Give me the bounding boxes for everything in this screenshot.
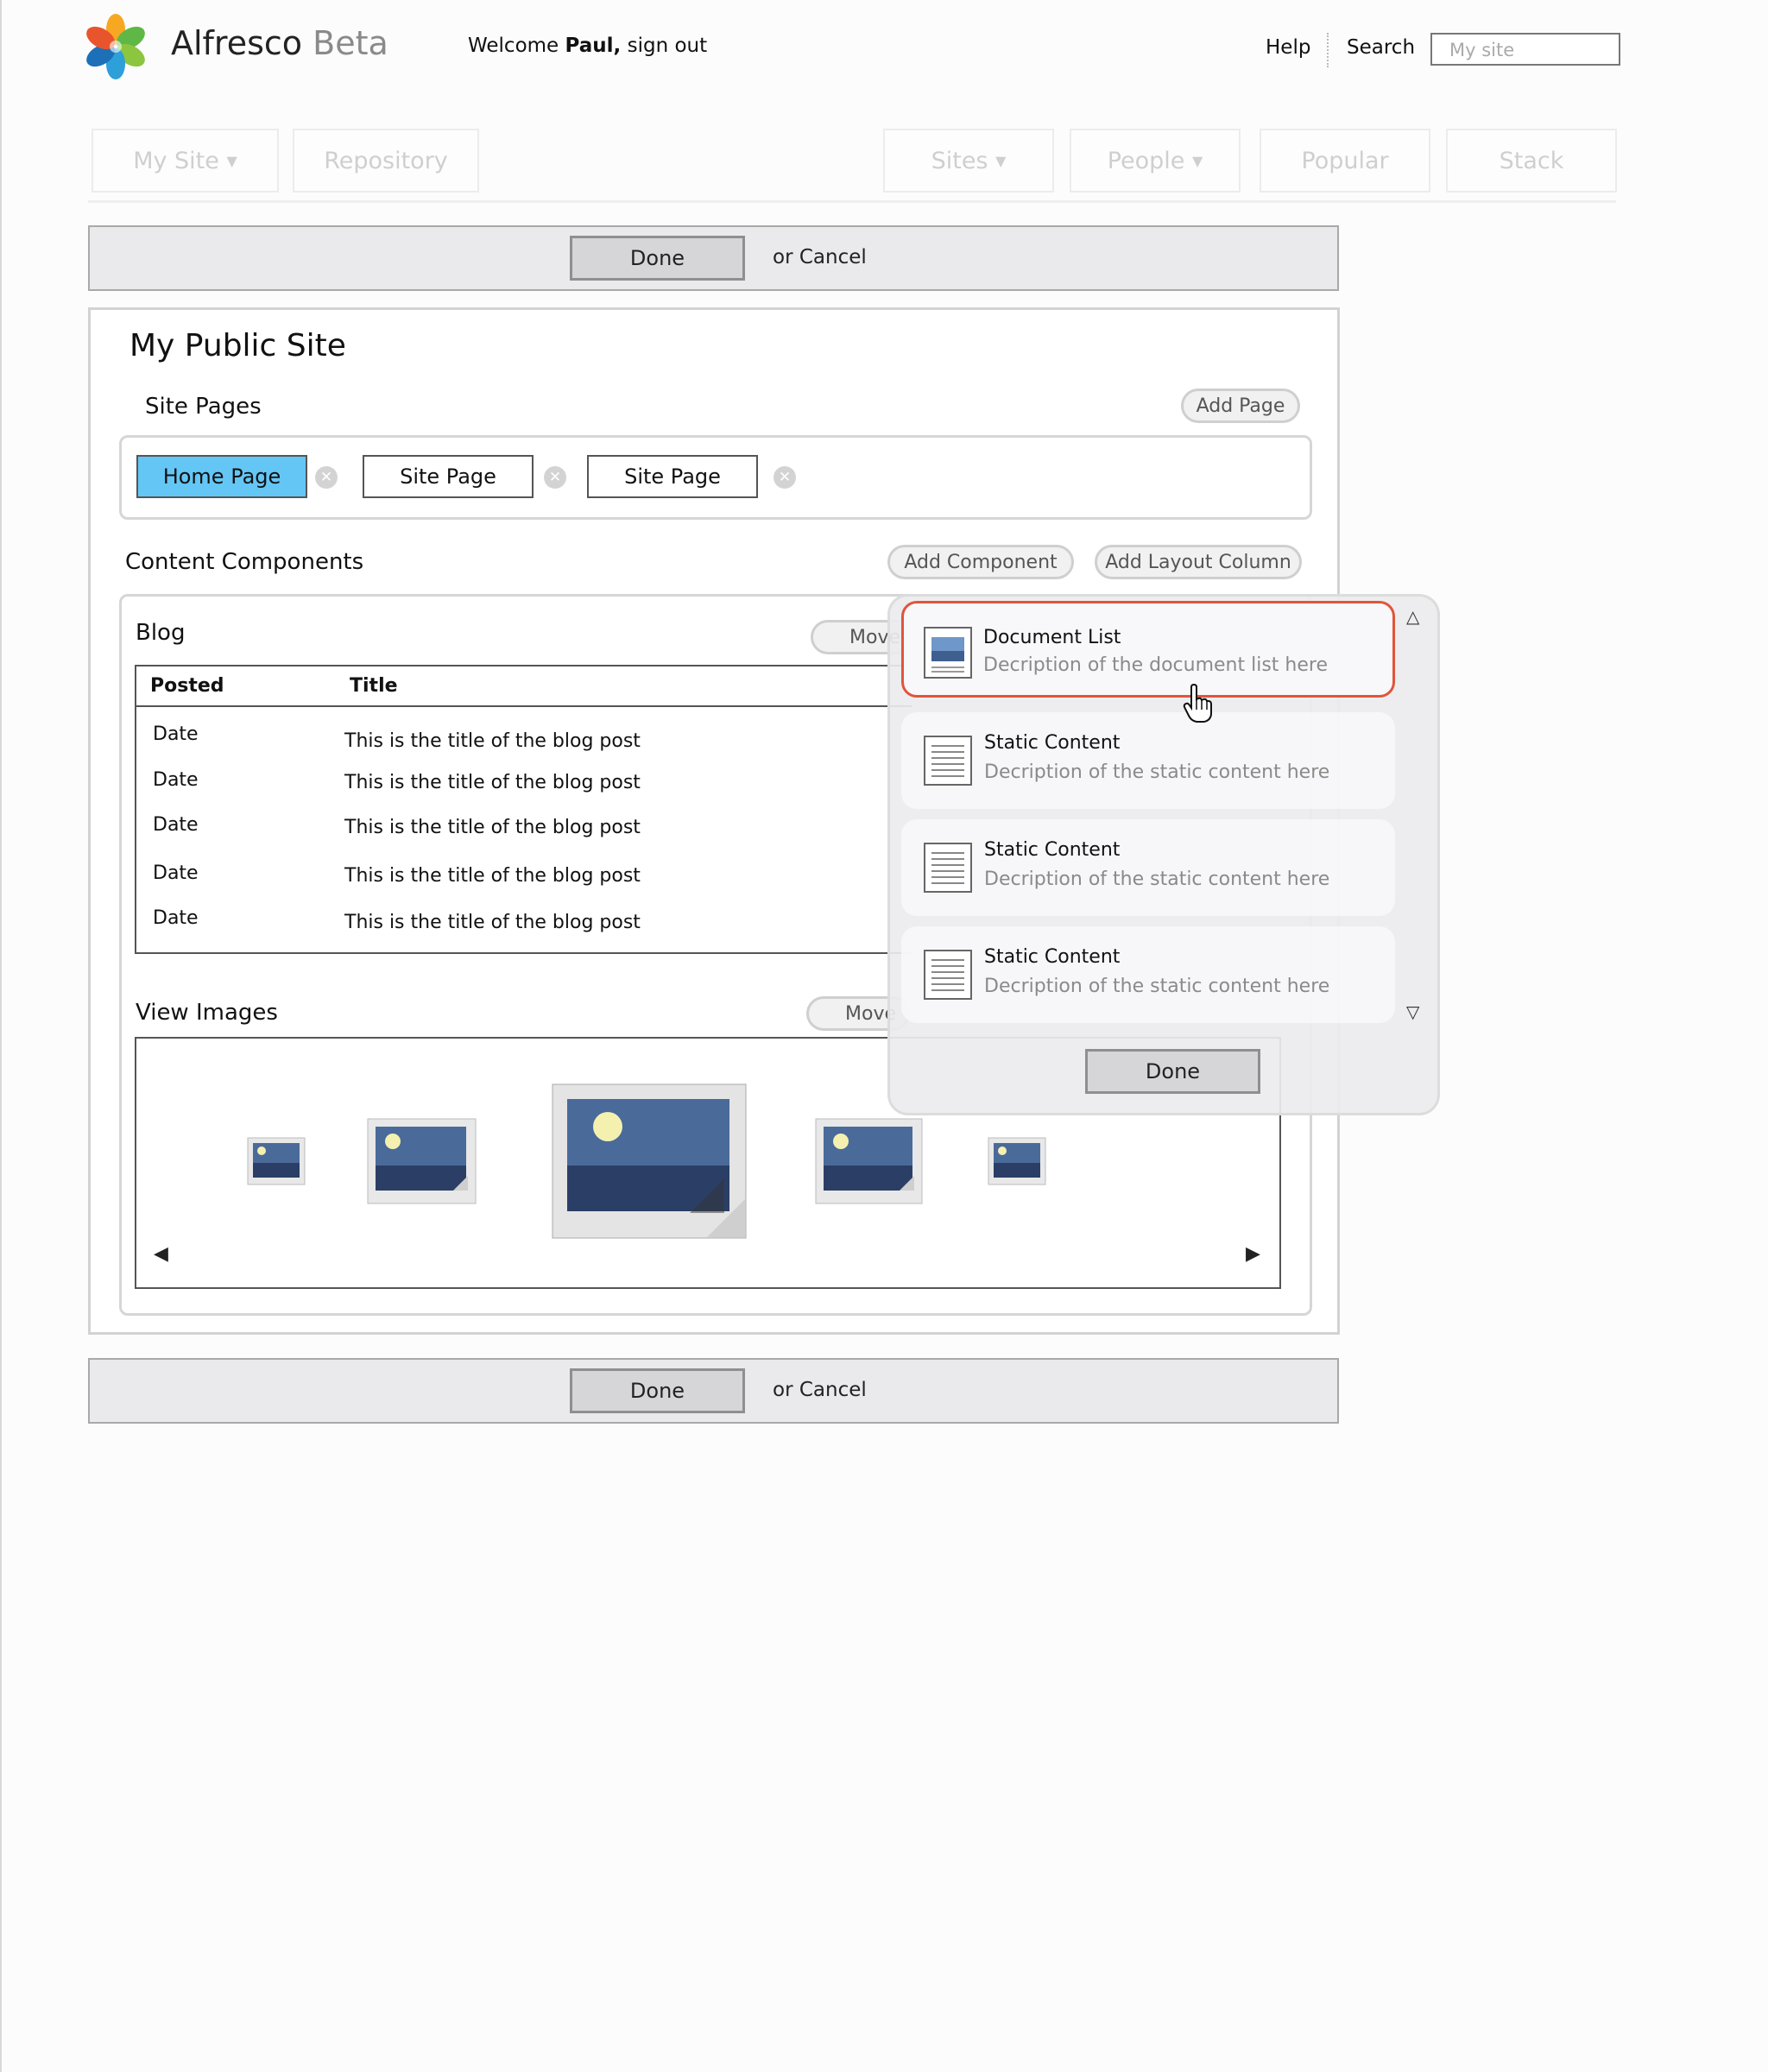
close-icon[interactable]: ✕ [315,466,338,489]
site-pages-label: Site Pages [145,394,262,420]
view-images-title: View Images [136,1000,278,1026]
tab-site-page[interactable]: Site Page [587,455,758,498]
blog-table [135,665,912,954]
chevron-down-icon: ▼ [1191,152,1203,169]
nav-sites[interactable]: Sites ▼ [883,129,1054,193]
nav-my-site[interactable]: My Site ▼ [92,129,279,193]
component-option-document-list[interactable] [901,601,1395,698]
next-arrow-icon[interactable]: ▶ [1246,1243,1260,1265]
document-list-icon [924,627,972,679]
brand-name: Alfresco [171,24,303,62]
table-cell-title[interactable]: This is the title of the blog post [344,772,641,793]
cancel-link[interactable]: or Cancel [773,246,867,268]
welcome-message: Welcome Paul, sign out [468,35,707,57]
content-components-label: Content Components [125,549,364,575]
component-name: Static Content [984,732,1121,754]
add-layout-column-button[interactable]: Add Layout Column [1095,545,1302,579]
image-thumbnail-icon[interactable] [247,1137,306,1185]
component-description: Decription of the document list here [983,654,1328,676]
welcome-prefix: Welcome [468,35,559,57]
nav-sites-label: Sites [931,147,988,174]
nav-stack[interactable]: Stack [1446,129,1617,193]
table-cell-posted: Date [153,769,199,791]
table-cell-title[interactable]: This is the title of the blog post [344,817,641,838]
scroll-down-icon[interactable]: ▽ [1406,1001,1419,1022]
brand-title: Alfresco Beta [171,24,388,62]
popup-done-button[interactable]: Done [1085,1049,1260,1094]
previous-arrow-icon[interactable]: ◀ [154,1243,168,1265]
nav-repository[interactable]: Repository [293,129,479,193]
add-page-button[interactable]: Add Page [1181,388,1300,423]
page-title: My Public Site [129,328,346,363]
component-name: Static Content [984,839,1121,861]
cancel-link[interactable]: or Cancel [773,1379,867,1401]
sign-out-link[interactable]: sign out [628,35,708,57]
done-button[interactable]: Done [570,236,745,281]
component-option-static-content[interactable] [901,819,1395,916]
nav-popular-label: Popular [1301,147,1389,174]
add-component-button[interactable]: Add Component [887,545,1074,579]
component-description: Decription of the static content here [984,761,1330,783]
table-cell-posted: Date [153,723,199,745]
image-thumbnail-icon[interactable] [367,1118,477,1204]
help-link[interactable]: Help [1266,36,1310,59]
table-cell-title[interactable]: This is the title of the blog post [344,912,641,933]
table-cell-title[interactable]: This is the title of the blog post [344,730,641,752]
tab-site-page[interactable]: Site Page [363,455,534,498]
component-description: Decription of the static content here [984,976,1330,997]
done-button[interactable]: Done [570,1368,745,1413]
component-option-static-content[interactable] [901,926,1395,1023]
component-name: Document List [983,627,1121,648]
tab-home-page[interactable]: Home Page [136,455,307,498]
search-input[interactable]: My site [1430,33,1620,66]
close-icon[interactable]: ✕ [544,466,566,489]
table-cell-posted: Date [153,862,199,884]
column-header-title: Title [350,675,398,697]
user-name: Paul, [565,35,622,57]
component-name: Static Content [984,946,1121,968]
alfresco-logo-icon [86,14,145,79]
static-content-icon [924,950,972,1000]
table-header-divider [136,705,912,707]
scroll-up-icon[interactable]: △ [1406,606,1419,627]
image-thumbnail-icon[interactable] [815,1118,923,1204]
search-link[interactable]: Search [1347,36,1415,59]
table-cell-title[interactable]: This is the title of the blog post [344,865,641,887]
image-thumbnail-icon[interactable] [988,1137,1046,1185]
table-cell-posted: Date [153,907,199,929]
static-content-icon [924,736,972,786]
static-content-icon [924,843,972,893]
nav-people[interactable]: People ▼ [1070,129,1241,193]
close-icon[interactable]: ✕ [774,466,796,489]
chevron-down-icon: ▼ [226,152,237,169]
chevron-down-icon: ▼ [995,152,1007,169]
brand-suffix: Beta [313,24,388,62]
hand-cursor-icon [1183,684,1212,723]
blog-title: Blog [136,620,186,646]
nav-popular[interactable]: Popular [1260,129,1430,193]
table-cell-posted: Date [153,814,199,836]
nav-stack-label: Stack [1499,147,1564,174]
nav-divider [88,200,1616,203]
header-divider [1327,33,1329,67]
component-option-static-content[interactable] [901,712,1395,809]
image-thumbnail-icon[interactable] [552,1083,747,1239]
component-description: Decription of the static content here [984,869,1330,890]
nav-repository-label: Repository [324,147,448,174]
nav-people-label: People [1107,147,1185,174]
column-header-posted: Posted [150,675,224,697]
nav-my-site-label: My Site [133,147,219,174]
